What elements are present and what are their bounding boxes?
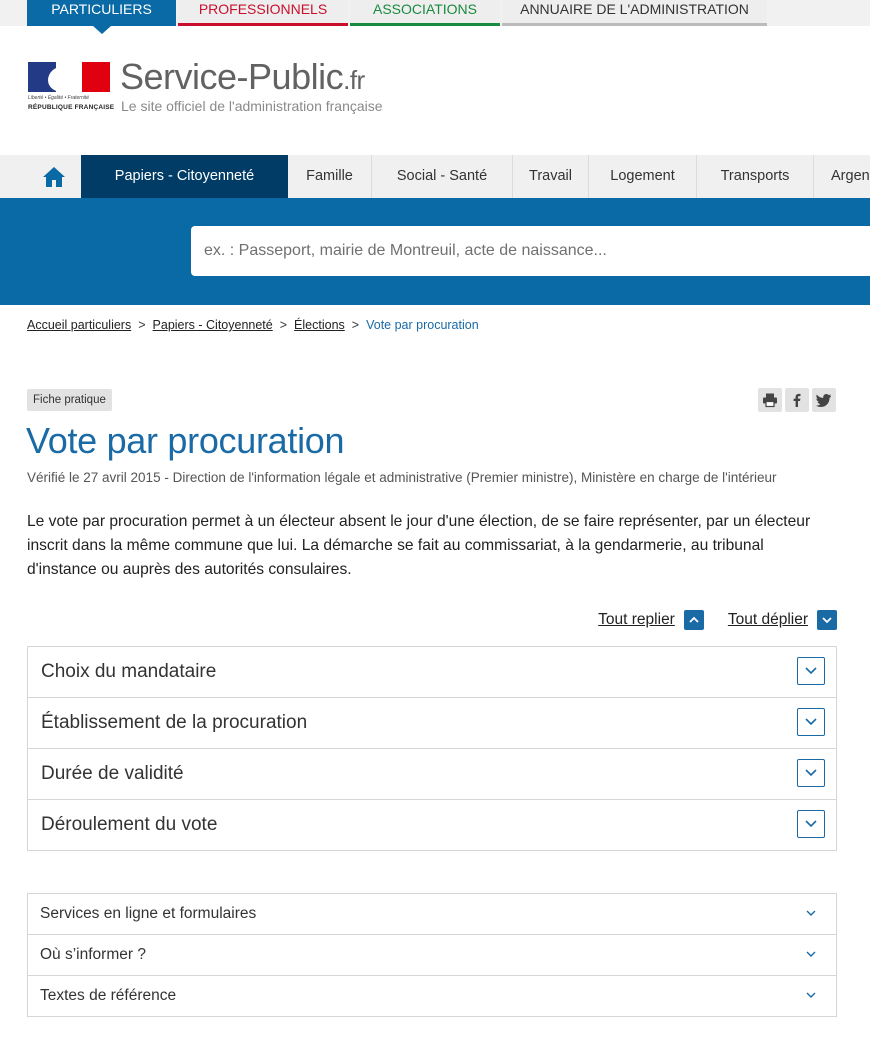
accordion-toggle[interactable] [797,708,825,736]
chevron-down-icon [822,617,832,624]
breadcrumb-current: Vote par procuration [366,318,479,332]
marianne-logo[interactable]: Liberté • Égalité • Fraternité RÉPUBLIQU… [28,62,114,112]
breadcrumb-accueil[interactable]: Accueil particuliers [27,318,131,332]
accordion-item-choix-mandataire[interactable]: Choix du mandataire [28,647,836,697]
accordion-item-etablissement[interactable]: Établissement de la procuration [28,697,836,748]
related-links-box: Services en ligne et formulaires Où s’in… [27,893,837,1017]
accordion-item-deroulement-vote[interactable]: Déroulement du vote [28,799,836,850]
logo-republic: RÉPUBLIQUE FRANÇAISE [28,104,115,111]
search-input[interactable] [191,226,870,276]
related-link-label: Textes de référence [40,987,177,1004]
accordion-item-label: Déroulement du vote [41,814,218,835]
collapse-all-link[interactable]: Tout replier [598,611,675,629]
tab-particuliers[interactable]: PARTICULIERS [27,0,176,34]
breadcrumb-separator: > [279,318,288,332]
chevron-down-icon [806,910,816,916]
print-icon [763,393,777,408]
chevron-down-icon [805,667,817,675]
accordion-item-label: Choix du mandataire [41,661,217,682]
tab-professionnels-label: PROFESSIONNELS [198,1,328,17]
expand-all-button[interactable] [817,610,837,630]
accordion-item-label: Durée de validité [41,763,184,784]
accordion-toggle[interactable] [797,759,825,787]
verification-meta: Vérifié le 27 avril 2015 - Direction de … [27,470,777,485]
expand-all-link[interactable]: Tout déplier [728,611,808,629]
tab-associations-label: ASSOCIATIONS [373,1,477,17]
related-link-label: Services en ligne et formulaires [40,905,257,922]
tricolor-flag [28,62,110,92]
link-textes-reference[interactable]: Textes de référence [28,975,836,1016]
nav-item-argent[interactable]: Argent [813,155,870,198]
chevron-down-icon [805,718,817,726]
chevron-down-icon [805,820,817,828]
nav-item-papiers-citoyennete[interactable]: Papiers - Citoyenneté [81,155,288,198]
content-accordion: Choix du mandataire Établissement de la … [27,646,837,851]
site-name-tld: .fr [343,65,365,95]
site-name-main: Service-Public [120,56,344,97]
nav-item-logement[interactable]: Logement [588,155,696,198]
chevron-down-icon [805,769,817,777]
print-button[interactable] [758,388,782,412]
accordion-toggle[interactable] [797,810,825,838]
search-band [0,198,870,305]
tab-associations[interactable]: ASSOCIATIONS [350,0,500,26]
breadcrumb-papiers[interactable]: Papiers - Citoyenneté [153,318,273,332]
nav-item-transports[interactable]: Transports [696,155,813,198]
chevron-down-icon [806,951,816,957]
fiche-type-badge: Fiche pratique [27,389,112,411]
facebook-icon [793,393,801,407]
intro-paragraph: Le vote par procuration permet à un élec… [27,513,811,578]
link-ou-s-informer[interactable]: Où s’informer ? [28,934,836,975]
accordion-item-duree-validite[interactable]: Durée de validité [28,748,836,799]
nav-home-button[interactable] [27,155,81,198]
tab-annuaire[interactable]: ANNUAIRE DE L'ADMINISTRATION [502,0,767,26]
twitter-share-button[interactable] [812,388,836,412]
accordion-toggle[interactable] [797,657,825,685]
chevron-up-icon [689,616,699,623]
tab-professionnels[interactable]: PROFESSIONNELS [178,0,348,26]
breadcrumb: Accueil particuliers > Papiers - Citoyenne… [27,318,479,332]
link-services-en-ligne[interactable]: Services en ligne et formulaires [28,894,836,934]
accordion-item-label: Établissement de la procuration [41,712,308,733]
nav-item-famille[interactable]: Famille [288,155,371,198]
breadcrumb-separator: > [138,318,146,332]
collapse-all-button[interactable] [683,610,704,630]
twitter-icon [816,394,831,407]
main-nav: Papiers - Citoyenneté Famille Social - S… [0,155,870,198]
home-icon [43,167,65,187]
facebook-share-button[interactable] [785,388,809,412]
nav-item-social-sante[interactable]: Social - Santé [371,155,512,198]
tab-annuaire-label: ANNUAIRE DE L'ADMINISTRATION [520,1,749,17]
site-name[interactable]: Service-Public.fr [120,56,365,98]
fold-controls: Tout replier Tout déplier [598,609,837,631]
breadcrumb-elections[interactable]: Élections [294,318,345,332]
chevron-down-icon [806,992,816,998]
page-title: Vote par procuration [26,420,345,461]
related-link-label: Où s’informer ? [40,946,146,963]
logo-motto: Liberté • Égalité • Fraternité [28,95,90,101]
tab-particuliers-label: PARTICULIERS [51,1,152,17]
site-tagline: Le site officiel de l'administration fra… [121,98,383,114]
active-tab-arrow [92,26,111,34]
nav-item-travail[interactable]: Travail [512,155,588,198]
breadcrumb-separator: > [351,318,360,332]
audience-tabs: PARTICULIERS PROFESSIONNELS ASSOCIATIONS… [0,0,870,34]
